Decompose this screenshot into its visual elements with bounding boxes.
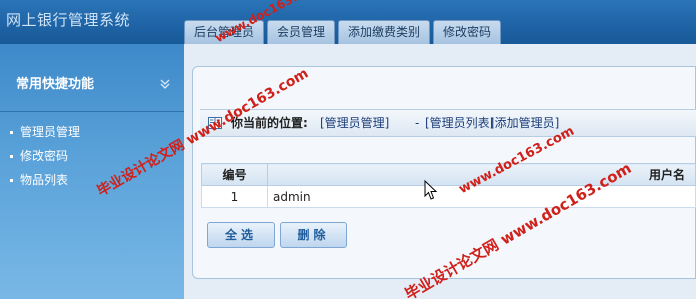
column-header-username: 用户名	[267, 163, 696, 186]
sidebar-menu: 管理员管理 修改密码 物品列表	[10, 120, 80, 192]
breadcrumb-admin-management[interactable]: [管理员管理]	[320, 110, 389, 136]
breadcrumb-separator: -	[415, 116, 420, 130]
book-icon	[208, 117, 222, 129]
app-title: 网上银行管理系统	[6, 11, 131, 29]
cell-id: 1	[201, 185, 268, 208]
cell-username: admin	[267, 185, 696, 208]
bullet-icon	[10, 130, 13, 134]
location-label: 你当前的位置:	[231, 116, 308, 130]
sidebar-title: 常用快捷功能	[16, 77, 95, 92]
add-admin-link[interactable]: [添加管理员]	[490, 110, 559, 136]
sidebar-item-admin-management[interactable]: 管理员管理	[10, 120, 80, 144]
tab-change-password[interactable]: 修改密码	[433, 20, 502, 44]
column-header-id: 编号	[201, 163, 268, 186]
delete-button[interactable]: 删除	[280, 222, 347, 248]
breadcrumb: 你当前的位置: [管理员管理] - [管理员列表] [添加管理员]	[200, 109, 696, 137]
admin-table: 编号 用户名 1 admin	[201, 163, 696, 208]
bullet-icon	[10, 178, 13, 182]
sidebar-item-change-password[interactable]: 修改密码	[10, 144, 80, 168]
sidebar: 常用快捷功能 管理员管理 修改密码 物品列表	[0, 44, 184, 299]
top-header: 网上银行管理系统 后台管理员 会员管理 添加缴费类别 修改密码	[0, 0, 696, 44]
tab-add-fee-category[interactable]: 添加缴费类别	[338, 20, 431, 44]
top-tabs: 后台管理员 会员管理 添加缴费类别 修改密码	[184, 20, 502, 44]
sidebar-header: 常用快捷功能	[0, 44, 184, 112]
select-all-button[interactable]: 全选	[207, 222, 275, 248]
bullet-icon	[10, 154, 13, 158]
tab-members[interactable]: 会员管理	[267, 20, 336, 44]
double-chevron-down-icon[interactable]	[158, 77, 172, 91]
table-header-row: 编号 用户名	[201, 163, 696, 186]
breadcrumb-admin-list[interactable]: [管理员列表]	[425, 110, 494, 136]
sidebar-item-label: 物品列表	[20, 173, 69, 187]
table-row[interactable]: 1 admin	[201, 185, 696, 208]
sidebar-item-label: 修改密码	[20, 149, 69, 163]
sidebar-item-item-list[interactable]: 物品列表	[10, 168, 80, 192]
sidebar-item-label: 管理员管理	[20, 125, 81, 139]
tab-admins[interactable]: 后台管理员	[184, 20, 265, 44]
